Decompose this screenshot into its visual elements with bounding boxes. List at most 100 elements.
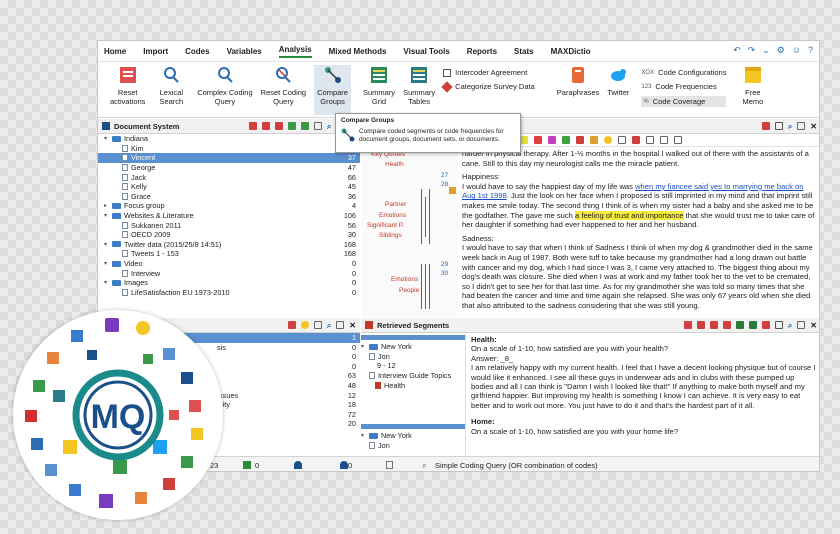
chevron-down-icon[interactable]: ▾ [104,135,112,142]
search-icon[interactable]: ⌕ [788,122,792,132]
code-label-health[interactable]: Health [385,161,404,168]
toolbar-print-icon[interactable] [774,321,783,329]
highlighted-segment[interactable]: a feeling of trust and importance [575,210,684,220]
highlighter-icon[interactable] [576,136,584,144]
close-icon[interactable]: ✕ [810,321,817,331]
toolbar-link-icon[interactable] [632,136,640,144]
compare-groups-button[interactable]: Compare Groups [314,65,351,115]
tree-item-health[interactable]: Health [361,380,465,390]
highlighter-icon[interactable] [534,136,542,144]
tree-item-interview-guide[interactable]: Interview Guide Topics [361,371,465,381]
lexical-search-button[interactable]: Lexical Search [159,65,183,106]
search-icon[interactable]: ⌕ [327,321,331,331]
intercoder-agreement-button[interactable]: Intercoder Agreement [443,68,535,77]
toolbar-window-icon[interactable] [797,321,806,329]
redo-icon[interactable]: ↷ [748,45,756,56]
document-item[interactable]: Kelly 45 [98,182,360,192]
menu-mixed-methods[interactable]: Mixed Methods [329,47,387,56]
summary-grid-button[interactable]: Summary Grid [363,65,395,106]
document-item[interactable]: Kim [98,144,360,154]
chevron-down-icon[interactable]: ▾ [104,241,112,248]
gear-icon[interactable]: ⚙ [777,45,785,56]
toolbar-doc-icon[interactable] [618,136,626,144]
document-text[interactable]: harder in physical therapy. After 1-½ mo… [462,149,817,315]
code-label-emotions[interactable]: Emotions [379,212,406,219]
toolbar-code-icon[interactable] [287,321,296,329]
toolbar-doc-icon[interactable] [248,122,257,130]
toolbar-code-icon[interactable] [761,321,770,329]
code-label-partner[interactable]: Partner [385,201,406,208]
toolbar-window-icon[interactable] [313,321,322,329]
tree-item-jon[interactable]: Jon [361,352,465,362]
toolbar-window-icon[interactable] [797,122,806,130]
document-item[interactable]: George 47 [98,163,360,173]
document-group[interactable]: ▾ Video 0 [98,259,360,269]
code-label-siblings[interactable]: Siblings [379,232,402,239]
tree-item-new-york[interactable]: ▾ New York [361,431,465,441]
code-frequencies-button[interactable]: 123 Code Frequencies [641,82,726,91]
code-label-people[interactable]: People [399,287,419,294]
toolbar-window-icon[interactable] [336,321,345,329]
memo-icon[interactable] [449,187,456,194]
menu-reports[interactable]: Reports [467,47,497,56]
document-item[interactable]: Tweets 1 - 153 168 [98,249,360,259]
paraphrases-button[interactable]: Paraphrases [557,65,599,97]
document-group[interactable]: ▸ Focus group 4 [98,201,360,211]
toolbar-code-icon[interactable] [683,321,692,329]
toolbar-edit-icon[interactable] [761,122,770,130]
highlighter-icon[interactable] [520,136,528,144]
code-configurations-button[interactable]: XOX Code Configurations [641,68,726,77]
complex-coding-query-button[interactable]: Complex Coding Query [197,65,253,106]
toolbar-doc-icon[interactable] [646,136,654,144]
document-item[interactable]: Jack 66 [98,172,360,182]
toolbar-doc-icon[interactable] [674,136,682,144]
tree-item-jon[interactable]: Jon [361,441,465,451]
summary-tables-button[interactable]: Summary Tables [403,65,435,106]
close-icon[interactable]: ✕ [349,321,356,331]
toolbar-code-icon[interactable] [696,321,705,329]
tree-item-new-york[interactable]: ▾ New York [361,342,465,352]
toolbar-code-icon[interactable] [709,321,718,329]
reset-activations-button[interactable]: Reset activations [110,65,145,106]
menu-visual-tools[interactable]: Visual Tools [403,47,449,56]
smiley-icon[interactable] [300,321,309,329]
document-group[interactable]: ▾ Websites & Literature 106 [98,211,360,221]
toolbar-doc-icon[interactable] [274,122,283,130]
highlighter-icon[interactable] [590,136,598,144]
toolbar-code-icon[interactable] [722,321,731,329]
code-label-significant[interactable]: Significant P. [367,222,404,229]
menu-analysis[interactable]: Analysis [278,45,312,58]
menu-home[interactable]: Home [104,47,126,56]
toolbar-doc-icon[interactable] [261,122,270,130]
chevron-down-icon[interactable]: ⌄ [762,45,770,56]
toolbar-doc-icon[interactable] [313,122,322,130]
chevron-right-icon[interactable]: ▸ [104,202,112,209]
document-item[interactable]: LifeSatisfaction EU 1973-2010 0 [98,288,360,298]
menu-import[interactable]: Import [143,47,168,56]
menu-maxdictio[interactable]: MAXDictio [551,47,591,56]
toolbar-import-icon[interactable] [287,122,296,130]
document-item[interactable]: Vincent 37 [98,153,360,163]
code-coverage-button[interactable]: % Code Coverage [641,96,727,107]
document-group[interactable]: ▾ Images 0 [98,278,360,288]
excel-icon[interactable] [735,321,744,329]
document-item[interactable]: Interview 0 [98,268,360,278]
categorize-survey-data-button[interactable]: Categorize Survey Data [441,80,535,93]
search-icon[interactable]: ⌕ [327,122,331,132]
toolbar-doc-icon[interactable] [660,136,668,144]
free-memo-button[interactable]: Free Memo [742,65,763,106]
highlighter-icon[interactable] [562,136,570,144]
document-item[interactable]: OECD 2009 30 [98,230,360,240]
help-icon[interactable]: ? [808,45,813,56]
code-label-emotions[interactable]: Emotions [391,276,418,283]
retrieved-text[interactable]: Health: On a scale of 1-10, how satisfie… [471,335,817,436]
document-group[interactable]: ▾ Twitter data (2015/25/8 14:51) 168 [98,240,360,250]
smiley-icon[interactable] [604,136,612,144]
tree-item-range[interactable]: 9 - 12 [361,361,465,371]
twitter-button[interactable]: Twitter [607,65,629,97]
chevron-down-icon[interactable]: ▾ [104,279,112,286]
menu-variables[interactable]: Variables [227,47,262,56]
menu-stats[interactable]: Stats [514,47,534,56]
undo-icon[interactable]: ↶ [733,45,741,56]
close-icon[interactable]: ✕ [810,122,817,132]
